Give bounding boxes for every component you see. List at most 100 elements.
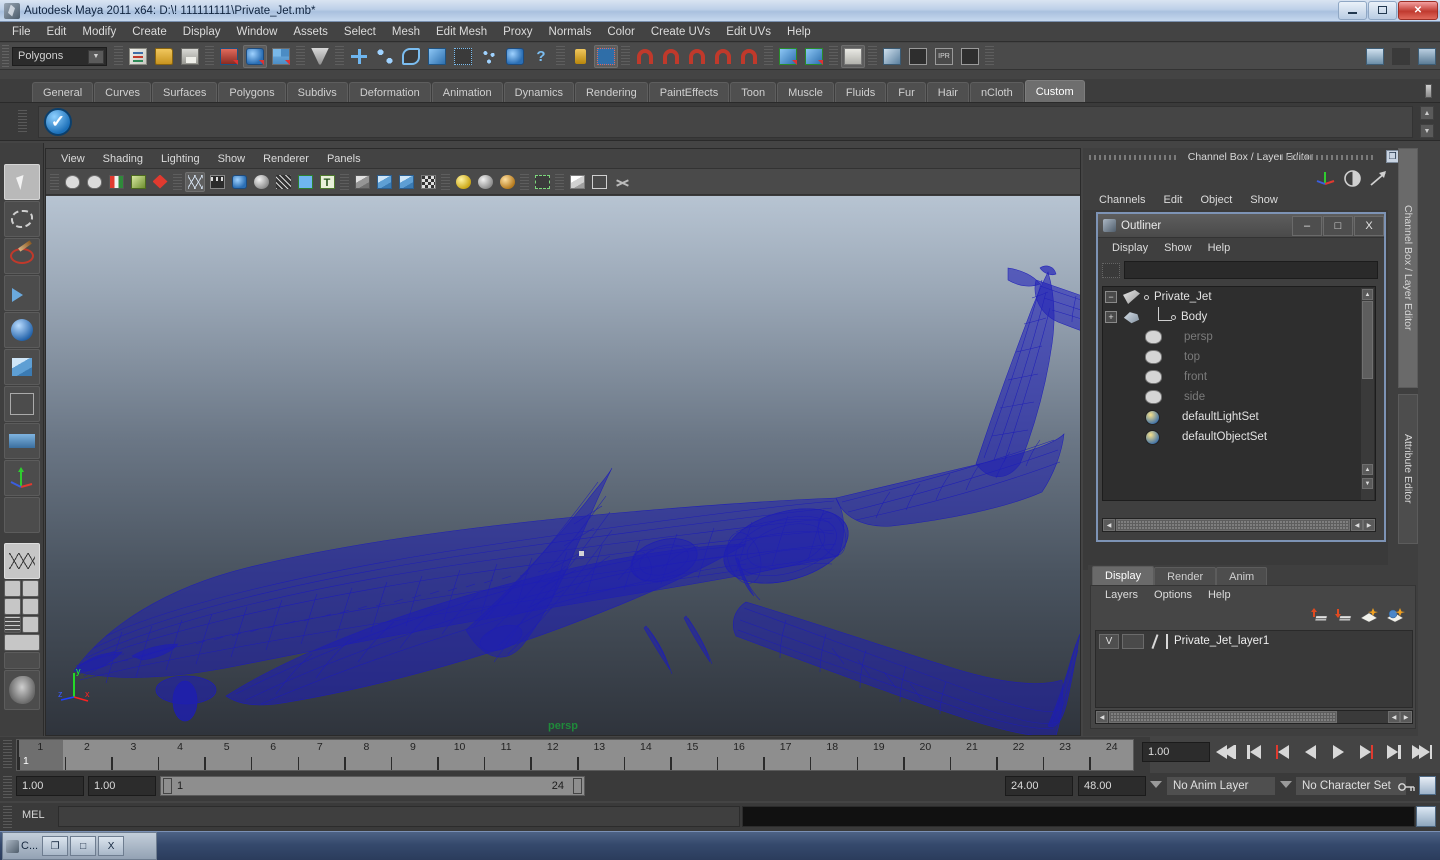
playback-start-time-field[interactable]: 1.00 — [88, 776, 156, 796]
paint-icon[interactable] — [128, 172, 148, 192]
taskbar-maximize-button[interactable]: □ — [70, 836, 97, 856]
shelf-tab-custom[interactable]: Custom — [1024, 80, 1085, 102]
toolbar-divider-6[interactable] — [621, 46, 630, 66]
snap-to-plane-icon[interactable] — [711, 45, 735, 68]
toolbar-divider[interactable] — [114, 46, 123, 66]
animation-start-time-field[interactable]: 1.00 — [16, 776, 84, 796]
paint-selection-tool[interactable] — [3, 238, 40, 274]
texture-icon[interactable]: T — [317, 172, 337, 192]
layer-hscroll-left-icon[interactable]: ◀ — [1096, 711, 1108, 723]
shelf-scroll-up-icon[interactable]: ▲ — [1420, 106, 1434, 120]
soft-modification-tool[interactable] — [3, 423, 40, 459]
menu-normals[interactable]: Normals — [541, 24, 600, 40]
select-curves-icon[interactable] — [399, 45, 423, 68]
time-slider-track[interactable]: 1 1 2 3 4 5 6 7 8 9 10 11 12 13 14 15 16 17 18 19 20 21 22 23 2… — [16, 739, 1134, 771]
layer-hscroll-right-icon[interactable]: ▶ — [1400, 711, 1412, 723]
layer-list-hscrollbar[interactable]: ◀ ◀ ▶ — [1095, 710, 1413, 724]
layer-color-swatch[interactable] — [1147, 634, 1163, 649]
window-maximize-button[interactable] — [1368, 0, 1397, 20]
shelf-tab-animation[interactable]: Animation — [431, 82, 503, 102]
viewport-menu-shading[interactable]: Shading — [94, 152, 152, 166]
layer-name-label[interactable]: Private_Jet_layer1 — [1174, 635, 1269, 647]
channel-box-menu-object[interactable]: Object — [1192, 193, 1240, 207]
outliner-hscroll-thumb[interactable] — [1116, 519, 1350, 531]
select-dynamics-icon[interactable] — [477, 45, 501, 68]
range-slider-grip[interactable] — [3, 776, 12, 798]
outliner-tree-list[interactable]: − Private_Jet + Body persp top front sid… — [1102, 286, 1376, 501]
go-to-end-icon[interactable] — [1412, 743, 1432, 761]
outliner-expander-icon[interactable]: − — [1105, 291, 1117, 303]
vertical-tab-channel-box[interactable]: Channel Box / Layer Editor — [1398, 148, 1418, 388]
command-line-input[interactable] — [58, 806, 740, 827]
hscroll-left-icon[interactable]: ◀ — [1103, 519, 1115, 531]
layer-hscroll-thumb[interactable] — [1109, 711, 1337, 723]
outliner-item-default-object-set[interactable]: defaultObjectSet — [1103, 427, 1375, 447]
menu-file[interactable]: File — [4, 24, 39, 40]
select-surfaces-icon[interactable] — [425, 45, 449, 68]
shelf-tab-dynamics[interactable]: Dynamics — [503, 82, 574, 102]
shelf-tab-subdivs[interactable]: Subdivs — [286, 82, 348, 102]
wireframe-checker-icon[interactable] — [418, 172, 438, 192]
step-forward-frame-icon[interactable] — [1356, 743, 1376, 761]
taskbar-window-button[interactable]: C... ❐ □ X — [2, 832, 157, 860]
outliner-item-persp[interactable]: persp — [1103, 327, 1375, 347]
outliner-menu-help[interactable]: Help — [1200, 241, 1239, 255]
select-camera-icon[interactable] — [62, 172, 82, 192]
toolbar-divider-7[interactable] — [764, 46, 773, 66]
move-layer-up-icon[interactable] — [1311, 607, 1329, 623]
animation-preferences-icon[interactable] — [1419, 776, 1436, 795]
vp-divider-2[interactable] — [340, 173, 349, 190]
mask-filter-icon[interactable] — [308, 45, 332, 68]
select-tool[interactable] — [3, 164, 40, 200]
vp-divider-3[interactable] — [441, 173, 450, 190]
channel-box-menu-channels[interactable]: Channels — [1091, 193, 1153, 207]
render-settings-icon[interactable]: IPR — [932, 45, 956, 68]
scroll-up-icon[interactable]: ▲ — [1362, 289, 1373, 300]
hypershade-persp-layout[interactable] — [3, 670, 40, 710]
range-slider-bar[interactable]: 1 24 — [160, 776, 585, 796]
shelf-tab-curves[interactable]: Curves — [94, 82, 151, 102]
outliner-item-top[interactable]: top — [1103, 347, 1375, 367]
outliner-menu-display[interactable]: Display — [1104, 241, 1156, 255]
animation-end-time-field[interactable]: 48.00 — [1078, 776, 1146, 796]
menu-proxy[interactable]: Proxy — [495, 24, 540, 40]
layer-visibility-toggle[interactable]: V — [1099, 633, 1119, 649]
anim-layer-selector[interactable]: No Anim Layer — [1166, 776, 1276, 796]
layer-row[interactable]: V Private_Jet_layer1 — [1096, 631, 1412, 651]
wireframe-on-shaded-icon[interactable] — [273, 172, 293, 192]
range-start-handle[interactable] — [163, 778, 172, 794]
scroll-down-icon[interactable]: ▼ — [1362, 478, 1373, 489]
layer-tab-render[interactable]: Render — [1154, 567, 1217, 585]
create-empty-layer-icon[interactable] — [1359, 607, 1379, 623]
hscroll-left-icon-2[interactable]: ◀ — [1351, 519, 1363, 531]
viewport-menu-show[interactable]: Show — [209, 152, 255, 166]
vp-divider-5[interactable] — [555, 173, 564, 190]
viewport-menu-panels[interactable]: Panels — [318, 152, 370, 166]
last-tool-used[interactable] — [3, 497, 40, 533]
shelf-tab-polygons[interactable]: Polygons — [218, 82, 286, 102]
layer-list[interactable]: V Private_Jet_layer1 — [1095, 630, 1413, 708]
outliner-item-body[interactable]: + Body — [1103, 306, 1375, 327]
xray-icon[interactable] — [295, 172, 315, 192]
gate-mask-icon[interactable] — [251, 172, 271, 192]
toolbar-divider-3[interactable] — [296, 46, 305, 66]
hardware-texture-icon[interactable] — [396, 172, 416, 192]
blue-check-icon[interactable]: ✓ — [44, 108, 72, 136]
outliner-scroll-thumb[interactable] — [1362, 301, 1373, 379]
shelf-tab-painteffects[interactable]: PaintEffects — [648, 82, 730, 102]
open-scene-icon[interactable] — [152, 45, 176, 68]
viewport-menu-renderer[interactable]: Renderer — [254, 152, 318, 166]
multi-object-icon[interactable] — [589, 172, 609, 192]
layer-tab-display[interactable]: Display — [1092, 566, 1155, 585]
panel-drag-dots-right[interactable] — [1281, 155, 1376, 160]
menu-edit-uvs[interactable]: Edit UVs — [718, 24, 779, 40]
shelf-tab-general[interactable]: General — [32, 82, 94, 102]
layer-hscroll-left-icon-2[interactable]: ◀ — [1388, 711, 1400, 723]
menu-modify[interactable]: Modify — [74, 24, 124, 40]
show-manipulator-tool[interactable] — [3, 460, 40, 496]
camera-attributes-icon[interactable] — [84, 172, 104, 192]
tool-settings-toggle-icon[interactable] — [1415, 45, 1439, 68]
channel-box-menu-edit[interactable]: Edit — [1155, 193, 1190, 207]
toolbar-divider-2[interactable] — [205, 46, 214, 66]
lock-selection-icon[interactable] — [568, 45, 592, 68]
